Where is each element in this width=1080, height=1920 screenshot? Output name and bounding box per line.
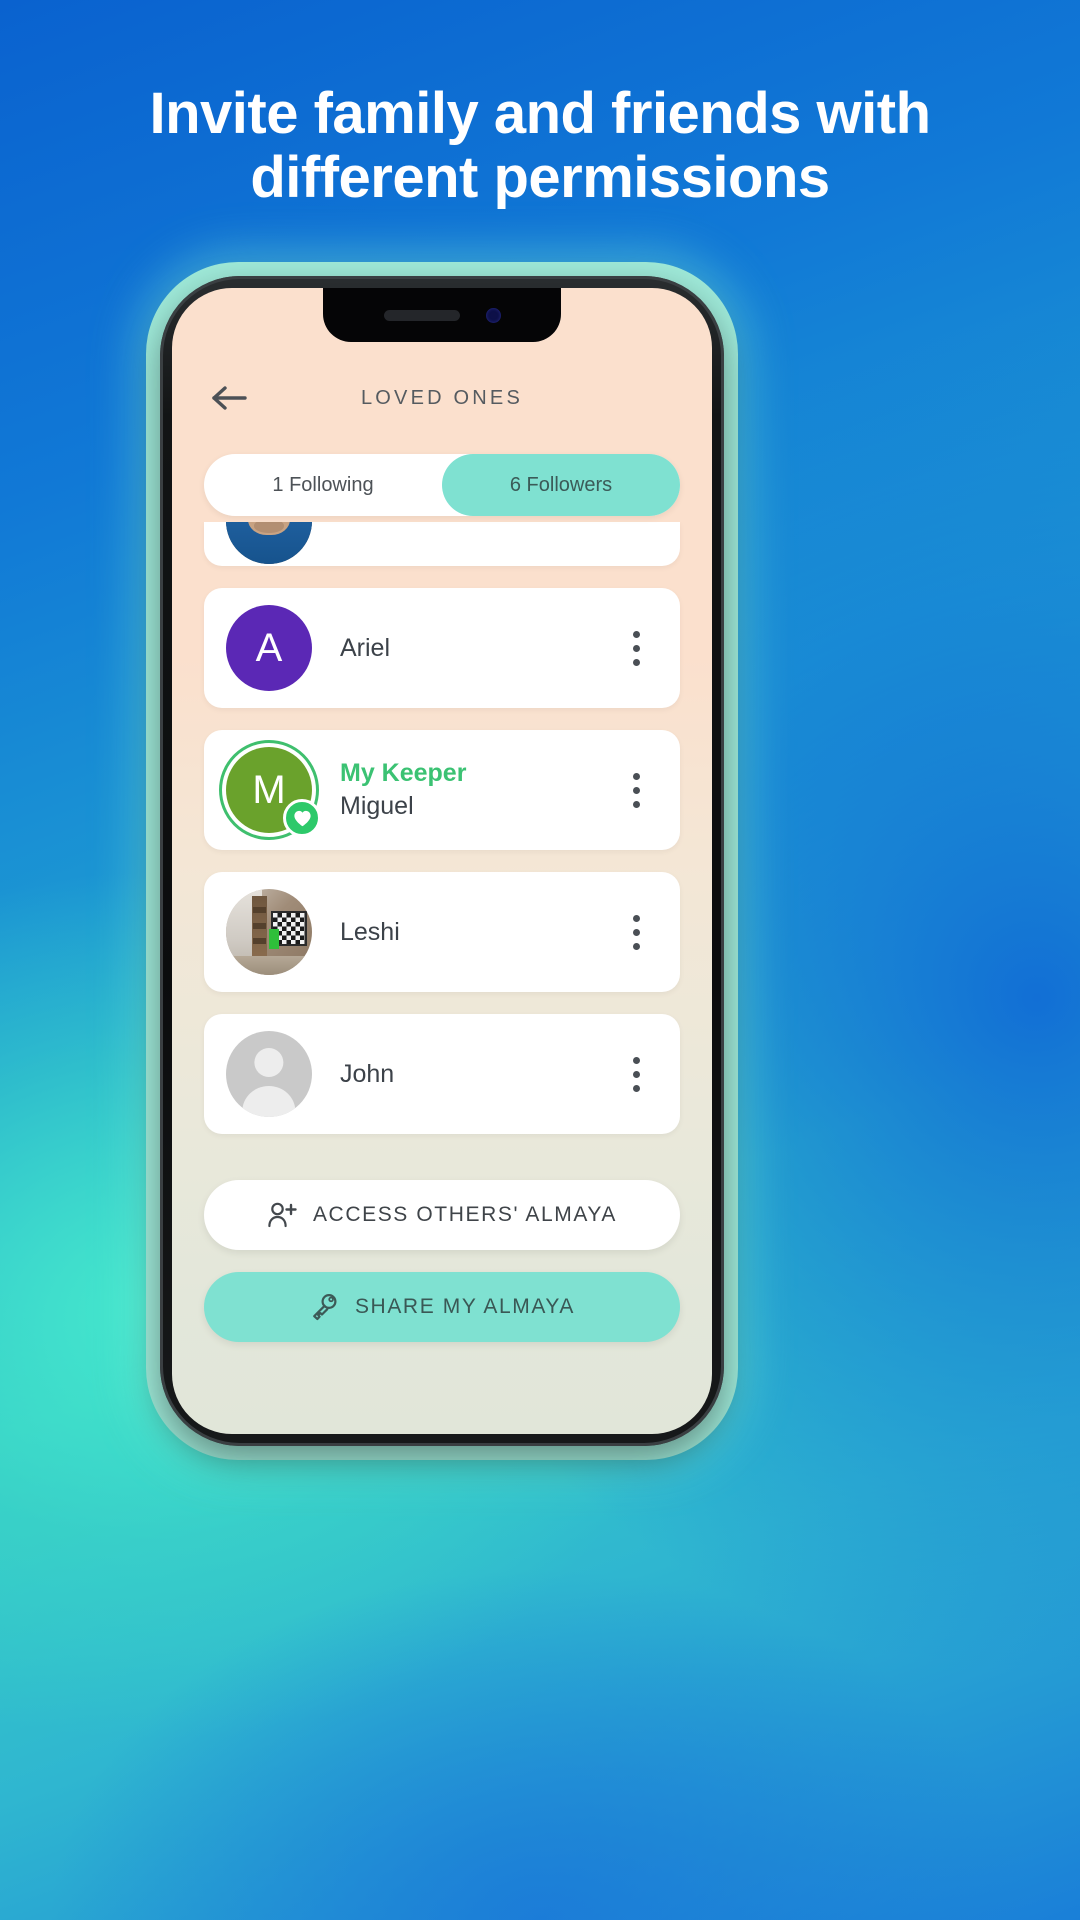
headline-line-1: Invite family and friends with bbox=[149, 81, 931, 146]
followers-following-tabs: 1 Following 6 Followers bbox=[204, 454, 680, 516]
promo-headline: Invite family and friends with different… bbox=[0, 82, 1080, 210]
tab-following[interactable]: 1 Following bbox=[204, 454, 442, 516]
list-item[interactable]: Leshi bbox=[204, 872, 680, 992]
phone-mockup: LOVED ONES 1 Following 6 Followers A Ari… bbox=[146, 262, 738, 1460]
front-camera-icon bbox=[485, 307, 501, 323]
back-button[interactable] bbox=[202, 371, 256, 425]
kebab-menu-icon[interactable] bbox=[614, 622, 658, 674]
person-names: Leshi bbox=[340, 918, 614, 947]
app-header: LOVED ONES bbox=[172, 342, 712, 454]
list-item[interactable]: A Ariel bbox=[204, 588, 680, 708]
avatar-photo-person bbox=[226, 522, 312, 564]
avatar bbox=[226, 889, 312, 975]
avatar-placeholder-icon bbox=[226, 1031, 312, 1117]
share-my-almaya-button[interactable]: SHARE MY ALMAYA bbox=[204, 1272, 680, 1342]
heart-glyph bbox=[293, 810, 311, 826]
person-name: John bbox=[340, 1059, 395, 1088]
access-others-almaya-button[interactable]: ACCESS OTHERS' ALMAYA bbox=[204, 1180, 680, 1250]
avatar: M bbox=[219, 740, 321, 840]
avatar bbox=[226, 522, 312, 564]
person-name: Miguel bbox=[340, 792, 414, 820]
avatar bbox=[226, 1031, 312, 1117]
person-names: John bbox=[340, 1060, 614, 1089]
keeper-badge: My Keeper bbox=[340, 759, 467, 787]
share-my-almaya-label: SHARE MY ALMAYA bbox=[354, 1295, 576, 1318]
avatar: A bbox=[226, 605, 312, 691]
person-plus-icon bbox=[268, 1202, 297, 1228]
person-name: Ariel bbox=[340, 633, 391, 662]
page-title: LOVED ONES bbox=[360, 386, 524, 409]
phone-screen: LOVED ONES 1 Following 6 Followers A Ari… bbox=[172, 288, 712, 1434]
kebab-menu-icon[interactable] bbox=[614, 764, 658, 816]
earpiece-speaker-icon bbox=[383, 309, 460, 321]
bottom-actions: ACCESS OTHERS' ALMAYA SHARE MY ALMAYA bbox=[204, 1180, 680, 1342]
headline-line-2: different permissions bbox=[250, 144, 830, 210]
arrow-left-icon bbox=[212, 386, 247, 410]
phone-notch bbox=[323, 288, 561, 342]
heart-icon bbox=[283, 799, 321, 837]
kebab-menu-icon[interactable] bbox=[614, 1048, 658, 1100]
kebab-menu-icon[interactable] bbox=[614, 906, 658, 958]
key-icon bbox=[313, 1293, 337, 1321]
list-item[interactable] bbox=[204, 522, 680, 566]
avatar-initial: A bbox=[255, 625, 283, 670]
person-names: My Keeper Miguel bbox=[340, 759, 614, 821]
access-others-almaya-label: ACCESS OTHERS' ALMAYA bbox=[312, 1203, 618, 1226]
avatar-photo-room bbox=[226, 889, 312, 975]
person-name: Leshi bbox=[340, 917, 400, 946]
tab-followers[interactable]: 6 Followers bbox=[442, 454, 680, 516]
person-names: Ariel bbox=[340, 634, 614, 663]
list-item[interactable]: John bbox=[204, 1014, 680, 1134]
list-item[interactable]: M My Keeper Miguel bbox=[204, 730, 680, 850]
